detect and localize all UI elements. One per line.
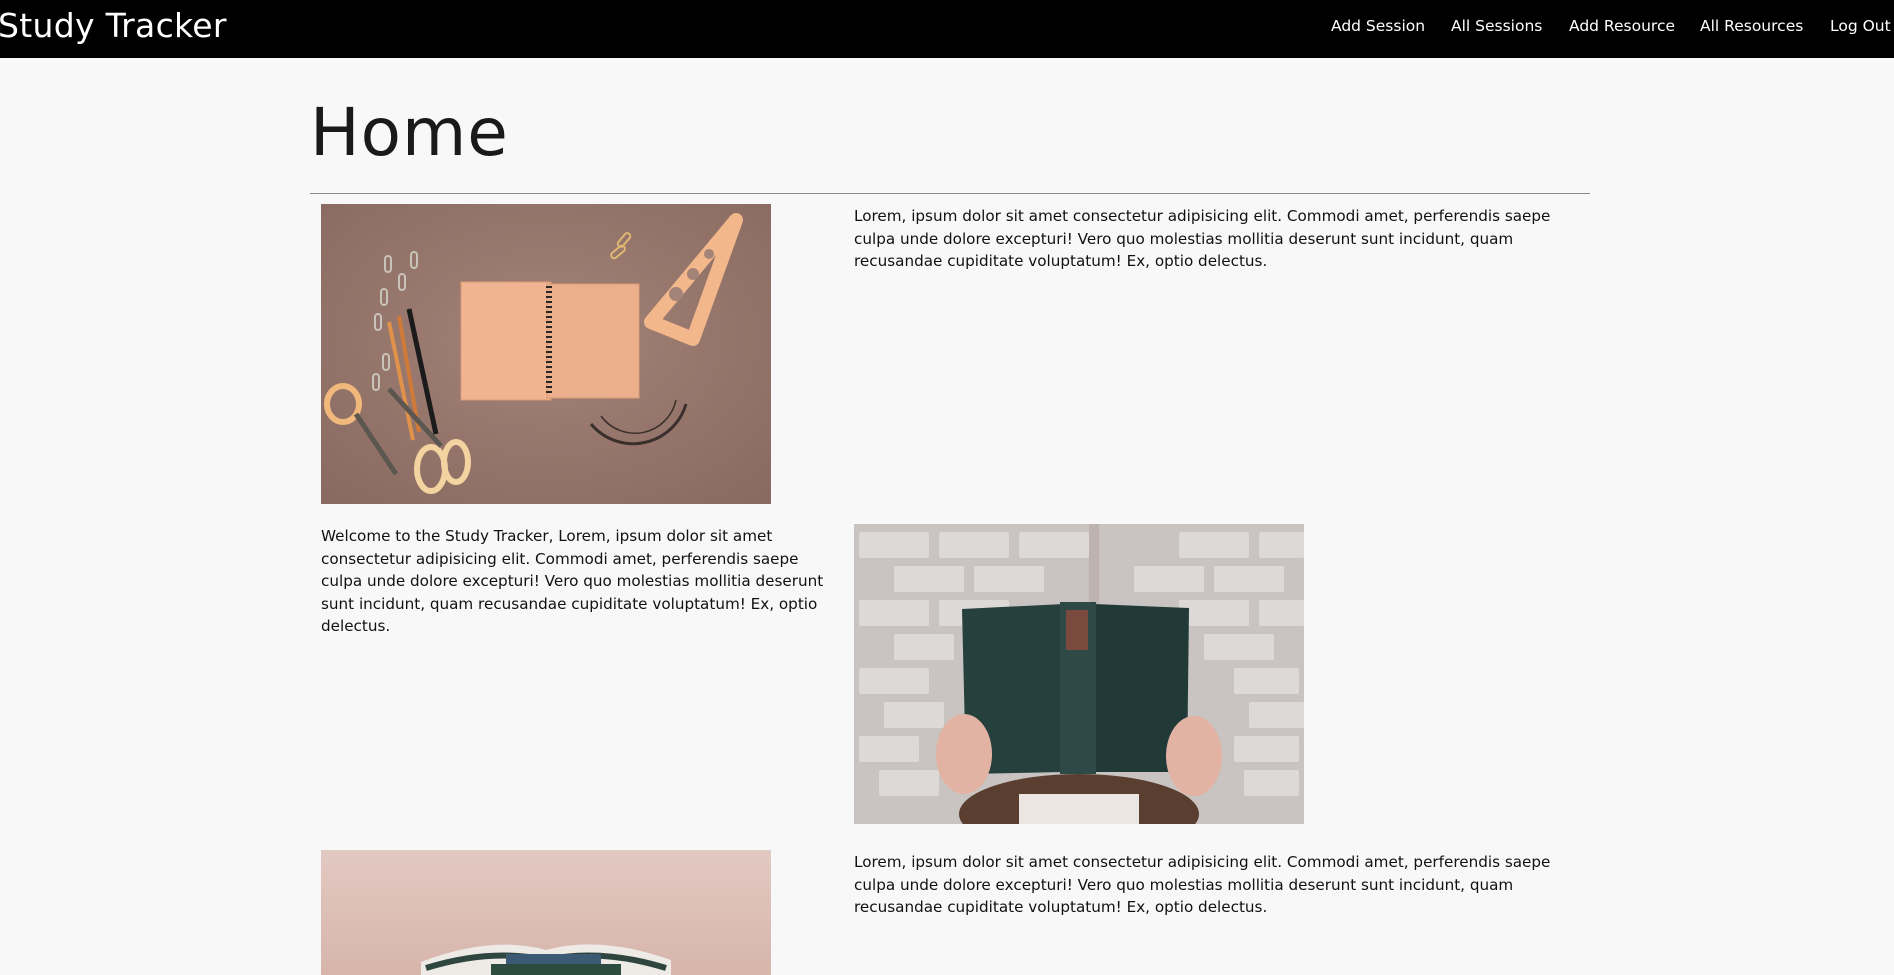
stacked-books-image [321, 850, 771, 975]
nav-add-session[interactable]: Add Session [1331, 17, 1425, 35]
navbar: Study Tracker Add Session All Sessions A… [0, 0, 1894, 58]
title-divider [310, 193, 1590, 194]
nav-add-resource[interactable]: Add Resource [1569, 17, 1675, 35]
brand-title[interactable]: Study Tracker [0, 6, 227, 45]
page-title: Home [310, 94, 509, 171]
row-1-text: Lorem, ipsum dolor sit amet consectetur … [854, 207, 1551, 270]
welcome-text: Welcome to the Study Tracker, Lorem, ips… [321, 527, 824, 635]
nav-all-resources[interactable]: All Resources [1700, 17, 1803, 35]
nav-log-out[interactable]: Log Out [1830, 17, 1891, 35]
row-3-text: Lorem, ipsum dolor sit amet consectetur … [854, 853, 1551, 916]
nav-all-sessions[interactable]: All Sessions [1451, 17, 1542, 35]
person-reading-book-image [854, 524, 1304, 824]
stationery-flatlay-image [321, 204, 771, 504]
